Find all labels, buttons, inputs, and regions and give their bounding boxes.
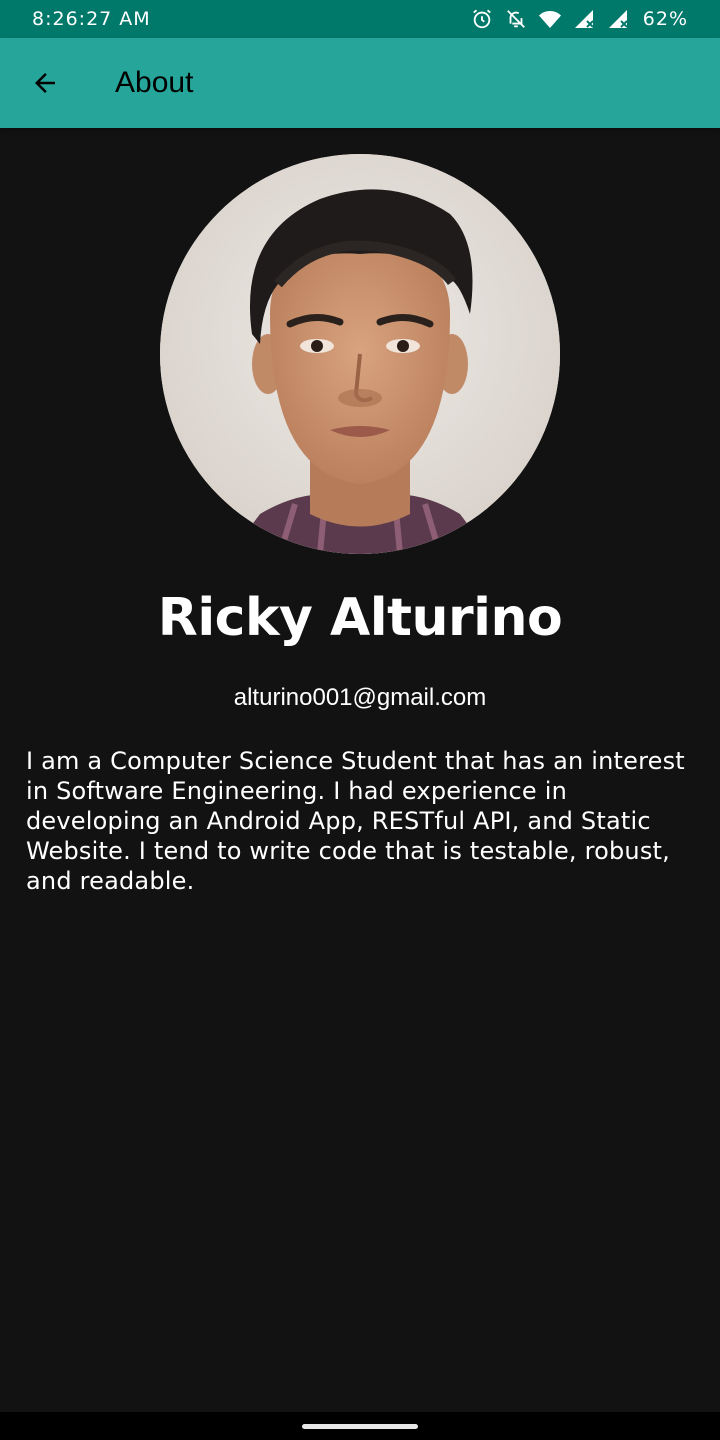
signal-icon xyxy=(571,6,597,32)
avatar xyxy=(160,154,560,554)
status-icons: 62% xyxy=(469,6,688,32)
arrow-left-icon xyxy=(35,73,55,93)
home-indicator[interactable] xyxy=(302,1424,418,1429)
status-time: 8:26:27 AM xyxy=(32,8,151,30)
signal-icon xyxy=(605,6,631,32)
app-bar: About xyxy=(0,38,720,128)
profile-name: Ricky Alturino xyxy=(157,588,563,648)
back-button[interactable] xyxy=(17,55,73,111)
wifi-icon xyxy=(537,6,563,32)
profile-bio: I am a Computer Science Student that has… xyxy=(26,747,685,895)
alarm-icon xyxy=(469,6,495,32)
profile-email[interactable]: alturino001@gmail.com xyxy=(0,684,720,712)
navigation-bar xyxy=(0,1412,720,1440)
status-bar: 8:26:27 AM 62% xyxy=(0,0,720,38)
battery-level: 62% xyxy=(642,8,688,30)
mute-icon xyxy=(503,6,529,32)
page-title: About xyxy=(115,66,194,99)
